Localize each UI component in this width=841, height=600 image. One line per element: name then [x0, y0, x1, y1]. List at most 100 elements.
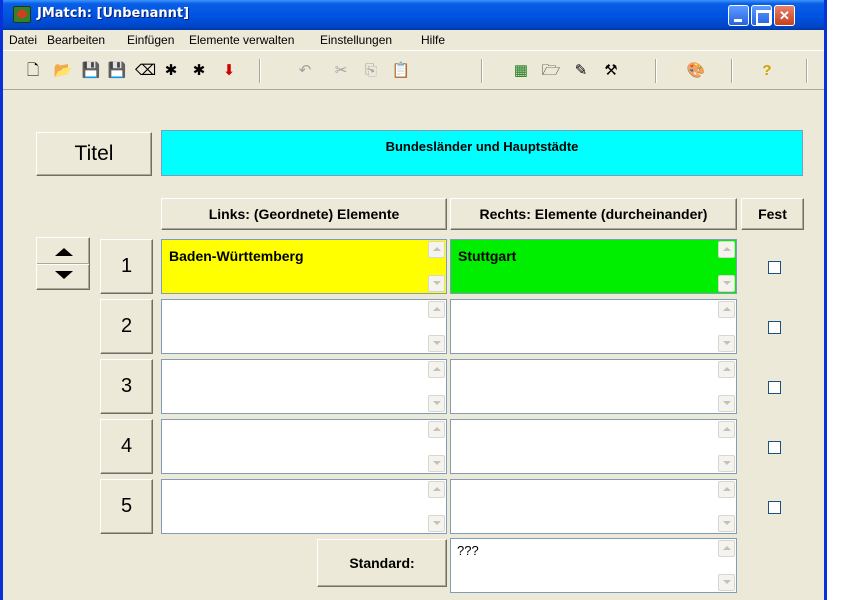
- menu-hilfe[interactable]: Hilfe: [421, 33, 445, 47]
- fest-checkbox[interactable]: [768, 501, 781, 514]
- scroll-down-button[interactable]: [718, 275, 735, 292]
- cut-icon[interactable]: ✂: [331, 61, 351, 81]
- app-icon[interactable]: [13, 6, 31, 23]
- scroll-down-button[interactable]: [428, 395, 445, 412]
- scroll-down-button[interactable]: [428, 275, 445, 292]
- standard-text: ???: [457, 543, 479, 558]
- fest-checkbox[interactable]: [768, 261, 781, 274]
- fest-column-header[interactable]: Fest: [741, 198, 804, 230]
- scroll-up-button[interactable]: [428, 241, 445, 258]
- scroll-up-button[interactable]: [428, 421, 445, 438]
- scrollbar[interactable]: [428, 421, 445, 472]
- fest-checkbox[interactable]: [768, 321, 781, 334]
- config-load-icon[interactable]: 🗁: [541, 61, 561, 81]
- scroll-up-button[interactable]: [718, 241, 735, 258]
- help-icon[interactable]: ?: [757, 61, 777, 81]
- scroll-down-button[interactable]: [428, 455, 445, 472]
- table-row: 2: [3, 299, 824, 357]
- copy-icon[interactable]: ⎘: [361, 61, 381, 81]
- add-icon[interactable]: ⬇: [219, 61, 239, 81]
- scroll-up-button[interactable]: [718, 421, 735, 438]
- left-element-field[interactable]: [161, 479, 447, 534]
- fest-checkbox[interactable]: [768, 441, 781, 454]
- left-column-header[interactable]: Links: (Geordnete) Elemente: [161, 198, 447, 230]
- row-number-button[interactable]: 4: [100, 419, 153, 474]
- left-element-field[interactable]: [161, 359, 447, 414]
- right-element-field[interactable]: [450, 479, 737, 534]
- export-web-icon[interactable]: ✱: [161, 61, 181, 81]
- scroll-down-button[interactable]: [428, 335, 445, 352]
- config-icon[interactable]: ▦: [511, 61, 531, 81]
- scroll-up-button[interactable]: [428, 301, 445, 318]
- scroll-up-button[interactable]: [718, 301, 735, 318]
- scrollbar[interactable]: [718, 540, 735, 591]
- scrollbar[interactable]: [718, 301, 735, 352]
- left-element-field[interactable]: [161, 419, 447, 474]
- row-number-button[interactable]: 5: [100, 479, 153, 534]
- export-web2-icon[interactable]: ✱: [189, 61, 209, 81]
- scroll-down-button[interactable]: [718, 574, 735, 591]
- row-number-button[interactable]: 2: [100, 299, 153, 354]
- save-as-icon[interactable]: 💾: [107, 61, 127, 81]
- config-save-icon[interactable]: ⚒: [601, 61, 621, 81]
- scroll-up-button[interactable]: [718, 481, 735, 498]
- scroll-down-button[interactable]: [718, 455, 735, 472]
- standard-field[interactable]: ???: [450, 538, 737, 593]
- menu-datei[interactable]: Datei: [9, 33, 37, 47]
- maximize-button[interactable]: [751, 5, 772, 26]
- scrollbar[interactable]: [428, 361, 445, 412]
- toolbar-separator: [731, 59, 733, 83]
- left-element-field[interactable]: [161, 299, 447, 354]
- close-button[interactable]: ✕: [774, 5, 795, 26]
- config-edit-icon[interactable]: ✎: [571, 61, 591, 81]
- clear-icon[interactable]: ⌫: [135, 61, 156, 81]
- toolbar-separator: [259, 59, 261, 83]
- title-label-button[interactable]: Titel: [36, 132, 152, 176]
- table-row: 5: [3, 479, 824, 537]
- scroll-up-button[interactable]: [428, 481, 445, 498]
- row-number-button[interactable]: 1: [100, 239, 153, 294]
- save-icon[interactable]: 💾: [81, 61, 101, 81]
- toolbar-separator: [655, 59, 657, 83]
- scrollbar[interactable]: [428, 481, 445, 532]
- scroll-down-button[interactable]: [718, 335, 735, 352]
- title-input[interactable]: Bundesländer und Hauptstädte: [161, 130, 803, 176]
- scrollbar[interactable]: [718, 361, 735, 412]
- table-row: 3: [3, 359, 824, 417]
- title-bar[interactable]: JMatch: [Unbenannt] ✕: [3, 0, 824, 30]
- scrollbar[interactable]: [428, 241, 445, 292]
- menu-elemente-verwalten[interactable]: Elemente verwalten: [189, 33, 294, 47]
- scroll-down-button[interactable]: [718, 515, 735, 532]
- menu-bearbeiten[interactable]: Bearbeiten: [47, 33, 105, 47]
- scrollbar[interactable]: [718, 421, 735, 472]
- colors-icon[interactable]: 🎨: [686, 61, 706, 81]
- new-file-icon[interactable]: 🗋: [23, 61, 43, 81]
- open-folder-icon[interactable]: 📂: [53, 61, 73, 81]
- right-element-field[interactable]: Stuttgart: [450, 239, 737, 294]
- scroll-down-button[interactable]: [718, 395, 735, 412]
- right-column-header[interactable]: Rechts: Elemente (durcheinander): [450, 198, 737, 230]
- left-element-field[interactable]: Baden-Württemberg: [161, 239, 447, 294]
- paste-icon[interactable]: 📋: [391, 61, 411, 81]
- menu-einfuegen[interactable]: Einfügen: [127, 33, 174, 47]
- scroll-up-button[interactable]: [718, 361, 735, 378]
- undo-icon[interactable]: ↶: [295, 61, 315, 81]
- scrollbar[interactable]: [718, 241, 735, 292]
- menu-einstellungen[interactable]: Einstellungen: [320, 33, 392, 47]
- scroll-up-button[interactable]: [428, 361, 445, 378]
- right-element-field[interactable]: [450, 299, 737, 354]
- scroll-up-button[interactable]: [718, 540, 735, 557]
- standard-button[interactable]: Standard:: [317, 539, 447, 587]
- fest-checkbox[interactable]: [768, 381, 781, 394]
- scrollbar[interactable]: [718, 481, 735, 532]
- right-element-field[interactable]: [450, 359, 737, 414]
- minimize-button[interactable]: [728, 5, 749, 26]
- window-title: JMatch: [Unbenannt]: [37, 6, 190, 21]
- scroll-down-button[interactable]: [428, 515, 445, 532]
- scrollbar[interactable]: [428, 301, 445, 352]
- table-row: 1 Baden-Württemberg Stuttgart: [3, 239, 824, 297]
- table-row: 4: [3, 419, 824, 477]
- row-number-button[interactable]: 3: [100, 359, 153, 414]
- main-content: Titel Bundesländer und Hauptstädte Links…: [3, 92, 824, 600]
- right-element-field[interactable]: [450, 419, 737, 474]
